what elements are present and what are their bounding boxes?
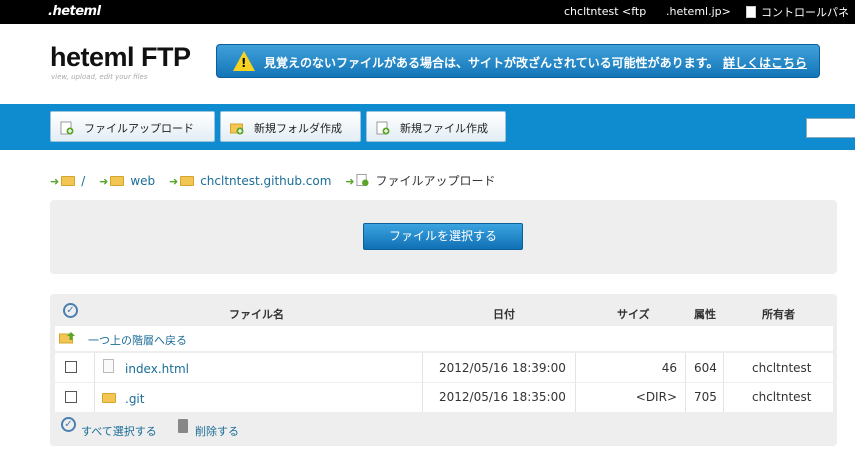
- trash-icon: [178, 419, 188, 433]
- row-checkbox[interactable]: [65, 391, 77, 403]
- document-icon: [746, 6, 756, 18]
- breadcrumb: ➜ / ➜ web ➜ chcltntest.github.com ➜ ファイルアップロ…: [50, 172, 505, 189]
- delete-link[interactable]: 削除する: [195, 423, 239, 439]
- top-bar: .heteml chcltntest <ftp .heteml.jp> コントロ…: [0, 0, 855, 24]
- file-icon: [103, 359, 114, 373]
- new-file-label: 新規ファイル作成: [400, 122, 488, 135]
- select-all-link[interactable]: すべて選択する: [81, 423, 157, 439]
- breadcrumb-root-label[interactable]: /: [81, 174, 85, 188]
- folder-icon: [102, 393, 116, 403]
- parent-dir-link[interactable]: 一つ上の階層へ戻る: [88, 332, 187, 348]
- new-folder-label: 新規フォルダ作成: [254, 122, 342, 135]
- arrow-right-icon: ➜: [99, 175, 109, 188]
- col-name[interactable]: ファイル名: [229, 306, 284, 322]
- file-size: 46: [661, 361, 677, 375]
- arrow-right-icon: ➜: [50, 175, 60, 188]
- arrow-right-icon: ➜: [168, 175, 179, 188]
- file-upload-icon: [60, 121, 74, 135]
- file-list: ✓ ファイル名 日付 サイズ 属性 所有者 一つ上の階層へ戻る index.ht…: [50, 294, 837, 446]
- alert-details-link[interactable]: 詳しくはこちら: [723, 54, 807, 71]
- row-checkbox[interactable]: [65, 361, 77, 373]
- file-date: 2012/05/16 18:39:00: [439, 361, 566, 375]
- breadcrumb-site[interactable]: ➜ chcltntest.github.com: [169, 174, 331, 188]
- file-date: 2012/05/16 18:35:00: [439, 390, 566, 404]
- file-owner: chcltntest: [752, 361, 812, 375]
- breadcrumb-web-label[interactable]: web: [130, 174, 155, 188]
- control-panel-link[interactable]: コントロールパネ: [746, 4, 849, 20]
- upload-label: ファイルアップロード: [84, 122, 194, 135]
- security-alert: ! 見覚えのないファイルがある場合は、サイトが改ざんされている可能性があります。…: [216, 44, 820, 78]
- new-folder-button[interactable]: 新規フォルダ作成: [220, 111, 361, 142]
- col-perm[interactable]: 属性: [694, 306, 716, 322]
- header: heteml FTP view, upload, edit your files…: [0, 24, 855, 104]
- file-upload-icon: [356, 173, 370, 187]
- breadcrumb-current: ➜ ファイルアップロード: [345, 172, 495, 189]
- folder-icon: [61, 176, 76, 186]
- file-add-icon: [376, 121, 390, 135]
- alert-message: 見覚えのないファイルがある場合は、サイトが改ざんされている可能性があります。: [264, 56, 719, 70]
- new-file-button[interactable]: 新規ファイル作成: [366, 111, 506, 142]
- table-row[interactable]: index.html 2012/05/16 18:39:00 46 604 ch…: [55, 353, 833, 382]
- heteml-logo[interactable]: .heteml: [48, 4, 101, 19]
- toolbar: ファイルアップロード 新規フォルダ作成 新規ファイル作成: [0, 104, 855, 150]
- table-header: ✓ ファイル名 日付 サイズ 属性 所有者: [50, 294, 837, 324]
- folder-up-icon: [59, 332, 75, 344]
- col-date[interactable]: 日付: [493, 306, 515, 322]
- folder-add-icon: [230, 123, 244, 135]
- select-file-button[interactable]: ファイルを選択する: [363, 223, 523, 250]
- upload-button[interactable]: ファイルアップロード: [50, 111, 215, 142]
- upload-panel: ファイルを選択する: [50, 200, 837, 274]
- file-name-link[interactable]: .git: [125, 392, 144, 406]
- col-size[interactable]: サイズ: [617, 306, 650, 322]
- breadcrumb-web[interactable]: ➜ web: [99, 174, 155, 188]
- folder-icon: [180, 176, 195, 186]
- file-perm[interactable]: 604: [694, 361, 717, 375]
- check-all-icon[interactable]: ✓: [63, 303, 78, 318]
- breadcrumb-current-label: ファイルアップロード: [375, 174, 496, 188]
- file-perm[interactable]: 705: [694, 390, 717, 404]
- breadcrumb-site-label[interactable]: chcltntest.github.com: [200, 174, 331, 188]
- account-name: chcltntest <ftp: [564, 5, 647, 18]
- tagline: view, upload, edit your files: [51, 73, 148, 81]
- parent-dir-row[interactable]: 一つ上の階層へ戻る: [55, 326, 833, 351]
- table-row[interactable]: .git 2012/05/16 18:35:00 <DIR> 705 chclt…: [55, 383, 833, 412]
- search-input[interactable]: [806, 118, 855, 138]
- folder-icon: [110, 176, 125, 186]
- file-owner: chcltntest: [752, 390, 812, 404]
- file-name-link[interactable]: index.html: [125, 362, 189, 376]
- col-owner[interactable]: 所有者: [762, 306, 795, 322]
- check-all-icon: ✓: [61, 417, 76, 432]
- warning-icon: !: [233, 51, 255, 71]
- file-size: <DIR>: [635, 390, 677, 404]
- page-title: heteml FTP: [50, 42, 191, 72]
- control-panel-label: コントロールパネ: [761, 6, 849, 19]
- arrow-right-icon: ➜: [345, 175, 355, 188]
- breadcrumb-root[interactable]: ➜ /: [50, 174, 85, 188]
- account-domain: .heteml.jp>: [666, 5, 731, 18]
